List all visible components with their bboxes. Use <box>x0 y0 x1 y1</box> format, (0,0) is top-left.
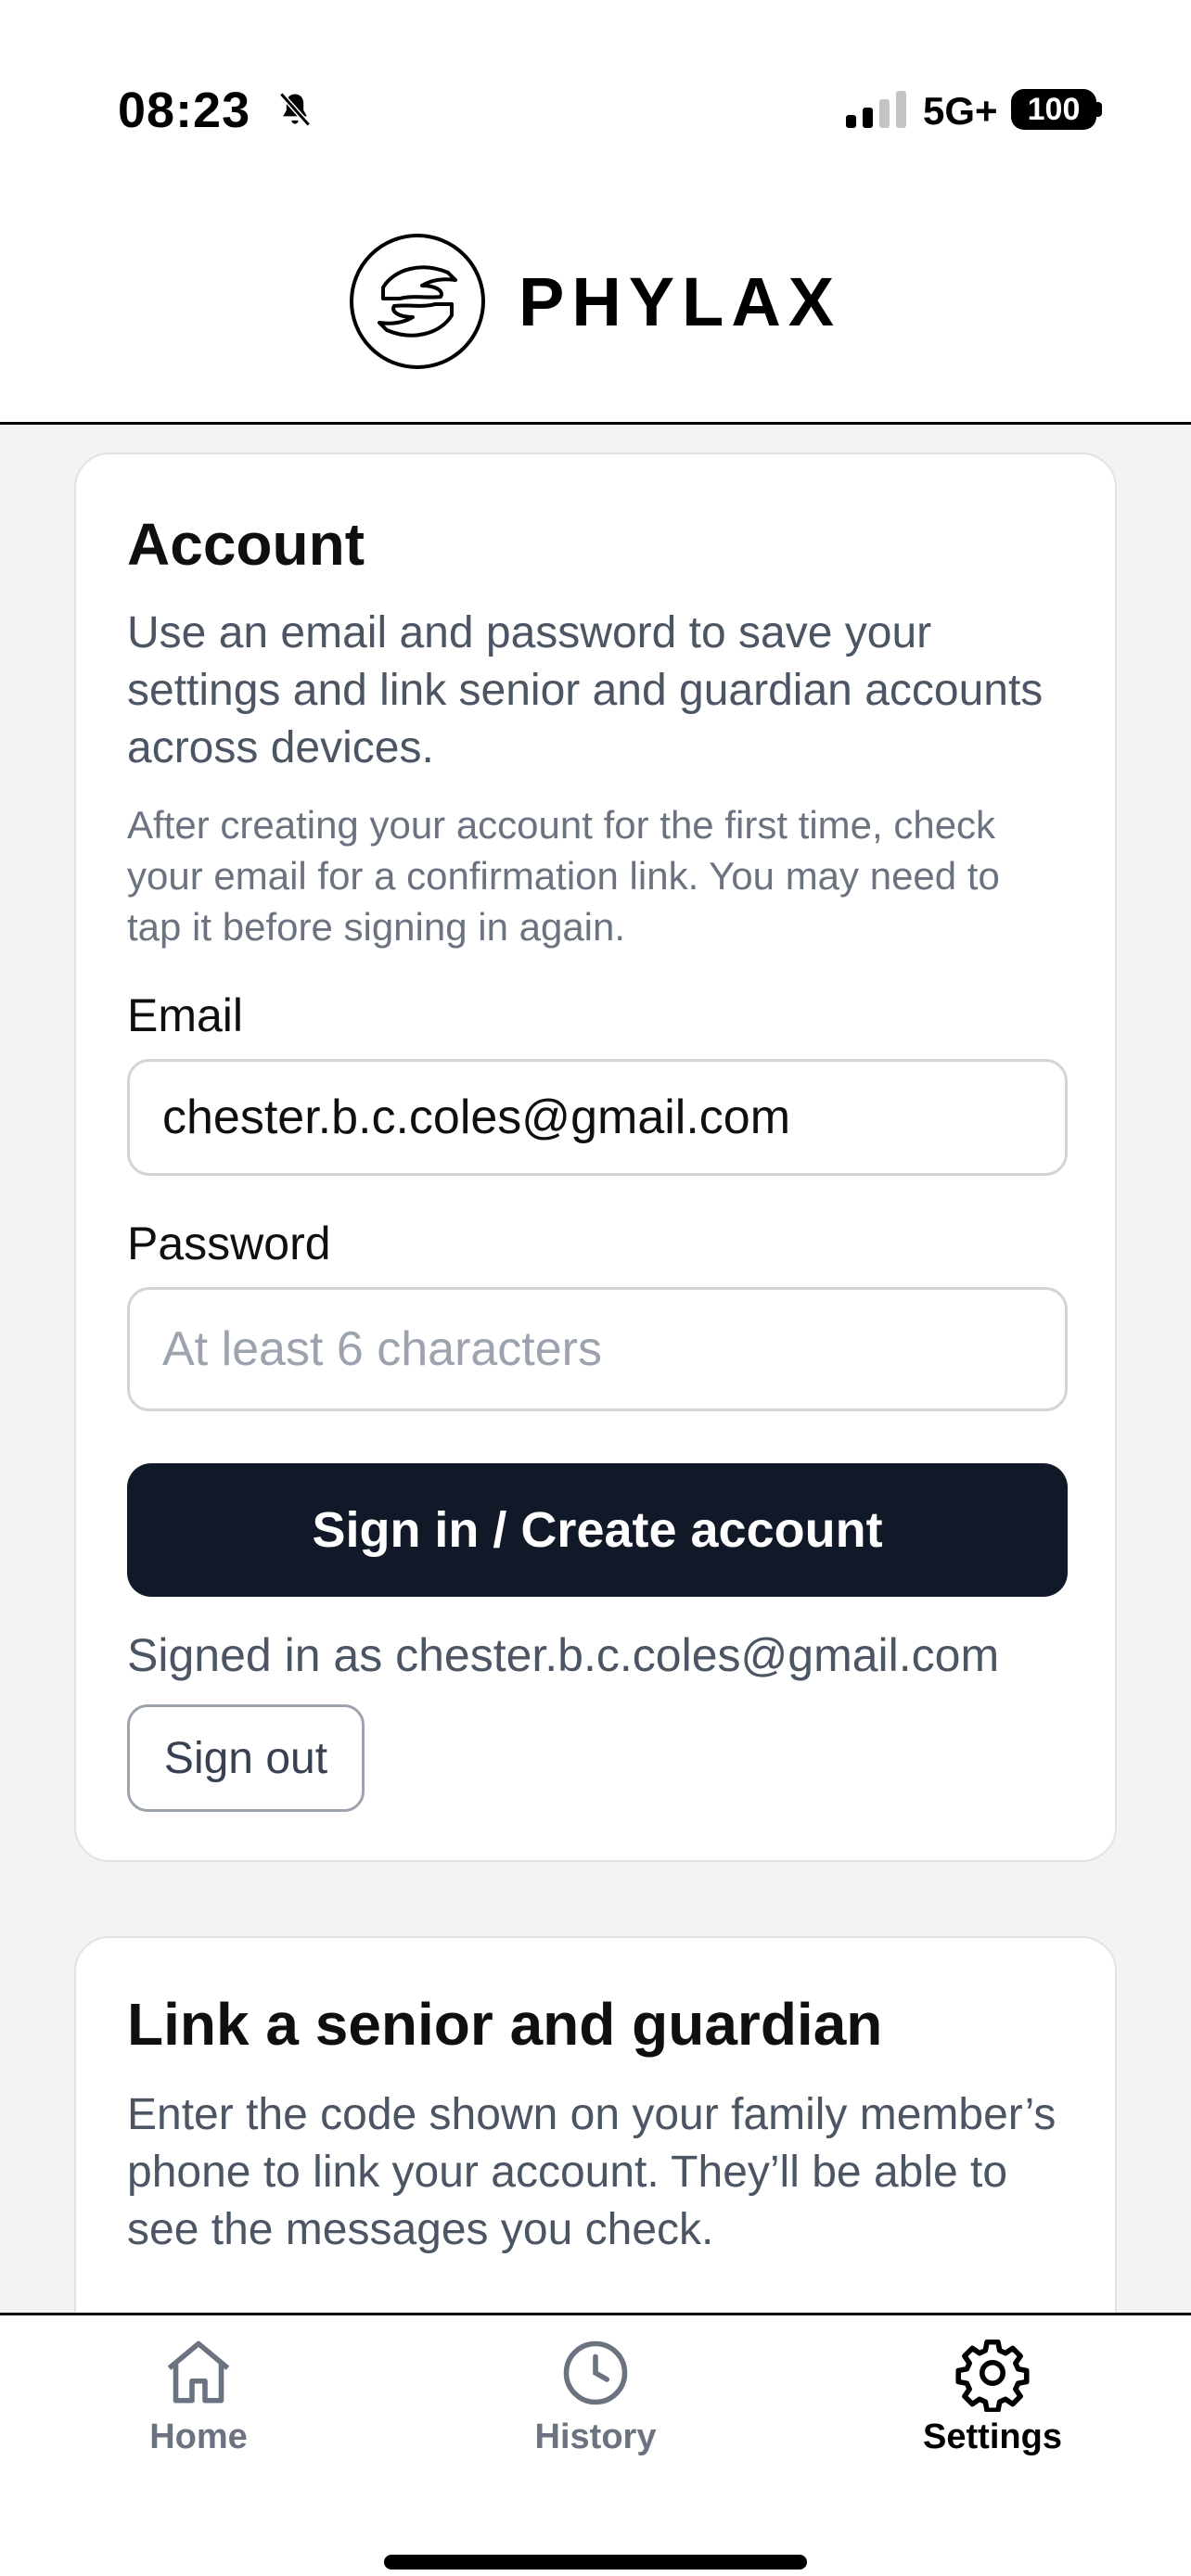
gear-icon <box>955 2339 1030 2412</box>
battery-nub <box>1096 102 1102 117</box>
tab-settings[interactable]: Settings <box>890 2334 1095 2482</box>
silent-bell-icon <box>279 92 311 127</box>
sign-out-button[interactable]: Sign out <box>127 1704 365 1812</box>
signed-in-status: Signed in as chester.b.c.coles@gmail.com <box>127 1629 1000 1681</box>
app-name: PHYLAX <box>519 262 842 340</box>
cellular-signal-icon <box>846 91 906 128</box>
sign-in-create-account-button[interactable]: Sign in / Create account <box>127 1463 1068 1597</box>
status-time: 08:23 <box>118 83 251 138</box>
tab-settings-label: Settings <box>923 2417 1062 2456</box>
link-card-description: Enter the code shown on your family memb… <box>127 2090 1057 2254</box>
network-type: 5G+ <box>923 89 998 133</box>
hands-logo-icon <box>350 234 485 369</box>
app-brand: PHYLAX <box>348 232 841 371</box>
status-bar: 08:23 5G+ 100 <box>0 0 1191 185</box>
account-card: Account Use an email and password to sav… <box>74 453 1117 1862</box>
top-bar: 08:23 5G+ 100 PHYLAX <box>0 0 1191 425</box>
tab-home[interactable]: Home <box>96 2334 301 2482</box>
confirmation-note: After creating your account for the firs… <box>127 803 1000 949</box>
account-title: Account <box>127 511 365 578</box>
password-label: Password <box>127 1218 331 1269</box>
password-field[interactable] <box>127 1287 1068 1411</box>
link-card-title: Link a senior and guardian <box>127 1991 883 2058</box>
bottom-tab-bar: Home History Settings <box>0 2313 1191 2576</box>
email-label: Email <box>127 989 244 1041</box>
home-icon <box>167 2340 230 2404</box>
tab-home-label: Home <box>149 2417 248 2456</box>
battery-level: 100 <box>1027 92 1081 127</box>
tab-history[interactable]: History <box>493 2334 698 2482</box>
home-indicator <box>384 2555 807 2570</box>
clock-icon <box>563 2340 628 2405</box>
battery-icon: 100 <box>1011 89 1096 130</box>
account-description: Use an email and password to save your s… <box>127 608 1044 772</box>
tab-history-label: History <box>534 2417 657 2456</box>
email-field[interactable] <box>127 1059 1068 1176</box>
